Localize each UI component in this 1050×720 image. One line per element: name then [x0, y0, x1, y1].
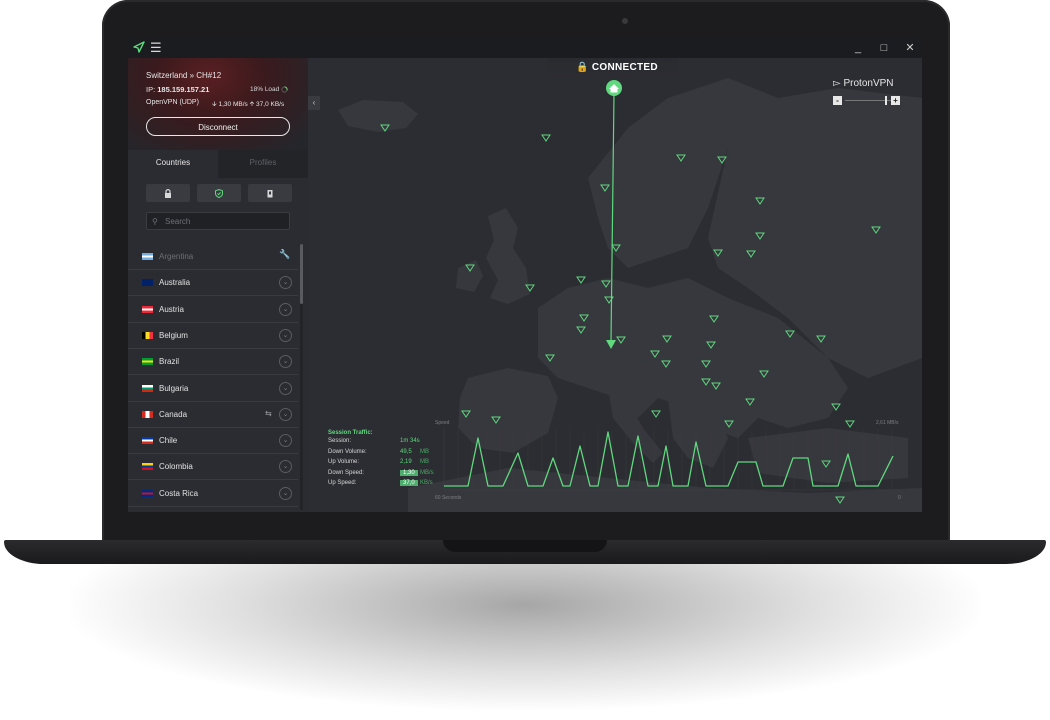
p2p-icon: ⇆	[265, 408, 272, 418]
sidebar-tabs: Countries Profiles	[128, 150, 308, 178]
country-row[interactable]: Argentina 🔧	[128, 244, 298, 270]
protocol: OpenVPN (UDP)	[146, 99, 199, 106]
connection-speed: 🡫 1,30 MB/s 🡩 37,0 KB/s	[212, 100, 284, 111]
country-name: Australia	[159, 278, 191, 288]
disconnect-button[interactable]: Disconnect	[146, 117, 290, 136]
graph-grid	[443, 428, 898, 491]
scrollbar-thumb[interactable]	[300, 244, 303, 304]
connection-panel: Switzerland » CH#12 IP: 185.159.157.21 1…	[128, 58, 308, 150]
arrow-up-icon: 🡩	[249, 101, 255, 108]
shield-icon	[215, 189, 223, 199]
country-row[interactable]: Canada ⇆ ⌄	[128, 402, 298, 428]
server-load: 18% Load	[250, 86, 288, 93]
flag-icon	[142, 358, 153, 366]
feature-filters	[146, 184, 292, 202]
title-bar: ☰ _ □ ✕	[128, 38, 922, 58]
ip-label: IP:	[146, 85, 156, 94]
expand-country-button[interactable]: ⌄	[279, 460, 292, 474]
country-name: Chile	[159, 436, 178, 446]
country-name: Austria	[159, 304, 184, 314]
maximize-button[interactable]: □	[872, 38, 896, 58]
hamburger-icon[interactable]: ☰	[150, 39, 162, 57]
ip-address: IP: 185.159.157.21	[146, 85, 209, 94]
country-name: Brazil	[159, 357, 180, 367]
country-name: Bulgaria	[159, 383, 189, 393]
up-speed: 37,0 KB/s	[256, 101, 285, 108]
expand-country-button[interactable]: ⌄	[279, 276, 292, 290]
country-row[interactable]: Colombia ⌄	[128, 454, 298, 481]
flag-icon	[142, 437, 153, 445]
country-name: Canada	[159, 409, 188, 419]
tab-profiles[interactable]: Profiles	[218, 150, 308, 178]
close-button[interactable]: ✕	[898, 38, 922, 58]
wrench-icon: 🔧	[279, 249, 291, 259]
expand-country-button[interactable]: ⌄	[279, 381, 292, 395]
secure-core-filter-button[interactable]	[146, 184, 190, 202]
expand-country-button[interactable]: ⌄	[279, 407, 292, 421]
search-icon: ⚲	[152, 217, 158, 226]
search-placeholder: Search	[165, 217, 191, 226]
download-speed-line	[444, 431, 894, 487]
flag-icon	[142, 489, 153, 497]
country-row[interactable]: Brazil ⌄	[128, 349, 298, 376]
laptop-notch	[443, 540, 607, 552]
graph-vertical-grid	[457, 430, 893, 490]
tor-icon	[267, 190, 273, 198]
arrow-down-icon: 🡫	[212, 101, 217, 108]
tor-filter-button[interactable]	[248, 184, 292, 202]
expand-country-button[interactable]: ⌄	[279, 486, 292, 500]
protonvpn-logo-icon	[133, 41, 145, 53]
expand-country-button[interactable]: ⌄	[279, 355, 292, 369]
expand-country-button[interactable]: ⌄	[279, 434, 292, 448]
server-map[interactable]: ‹ 🔒 CONNECTED ▻ ProtonVPN - + Session Tr…	[308, 58, 922, 512]
netshield-filter-button[interactable]	[197, 184, 241, 202]
load-ring-icon	[281, 86, 288, 93]
webcam	[622, 18, 628, 24]
expand-country-button[interactable]: ⌄	[279, 302, 292, 316]
country-name: Belgium	[159, 330, 188, 340]
country-row[interactable]: Belgium ⌄	[128, 323, 298, 349]
flag-icon	[142, 305, 153, 313]
country-row[interactable]: Australia ⌄	[128, 270, 298, 297]
sidebar: Switzerland » CH#12 IP: 185.159.157.21 1…	[128, 58, 308, 512]
country-row[interactable]: Austria ⌄	[128, 297, 298, 323]
flag-icon	[142, 279, 153, 287]
speed-graph	[443, 428, 898, 491]
ip-value: 185.159.157.21	[157, 85, 210, 94]
flag-icon	[142, 331, 153, 339]
server-name: Switzerland » CH#12	[146, 71, 222, 80]
tab-countries[interactable]: Countries	[128, 150, 218, 178]
country-name: Colombia	[159, 462, 193, 472]
country-list-scrollbar[interactable]	[300, 244, 303, 510]
country-name: Argentina	[159, 252, 194, 261]
flag-icon	[142, 253, 153, 260]
server-load-text: 18% Load	[250, 86, 280, 94]
country-name: Costa Rica	[159, 488, 199, 498]
lock-icon	[165, 189, 171, 199]
country-row[interactable]: Costa Rica ⌄	[128, 481, 298, 507]
flag-icon	[142, 384, 153, 392]
app-window: ☰ _ □ ✕ Switzerland » CH#12 IP: 185.159.…	[128, 38, 922, 512]
flag-icon	[142, 410, 153, 418]
minimize-button[interactable]: _	[846, 38, 870, 58]
laptop-shadow	[70, 560, 980, 710]
country-row[interactable]: Chile ⌄	[128, 428, 298, 455]
expand-country-button[interactable]: ⌄	[279, 328, 292, 342]
search-input[interactable]: ⚲ Search	[146, 212, 290, 230]
down-speed: 1,30 MB/s	[218, 101, 248, 108]
country-row[interactable]: Bulgaria ⌄	[128, 376, 298, 402]
flag-icon	[142, 463, 153, 471]
country-list: Argentina 🔧 Australia ⌄ Austria ⌄ Belgium ⌄ Braz…	[128, 244, 300, 512]
